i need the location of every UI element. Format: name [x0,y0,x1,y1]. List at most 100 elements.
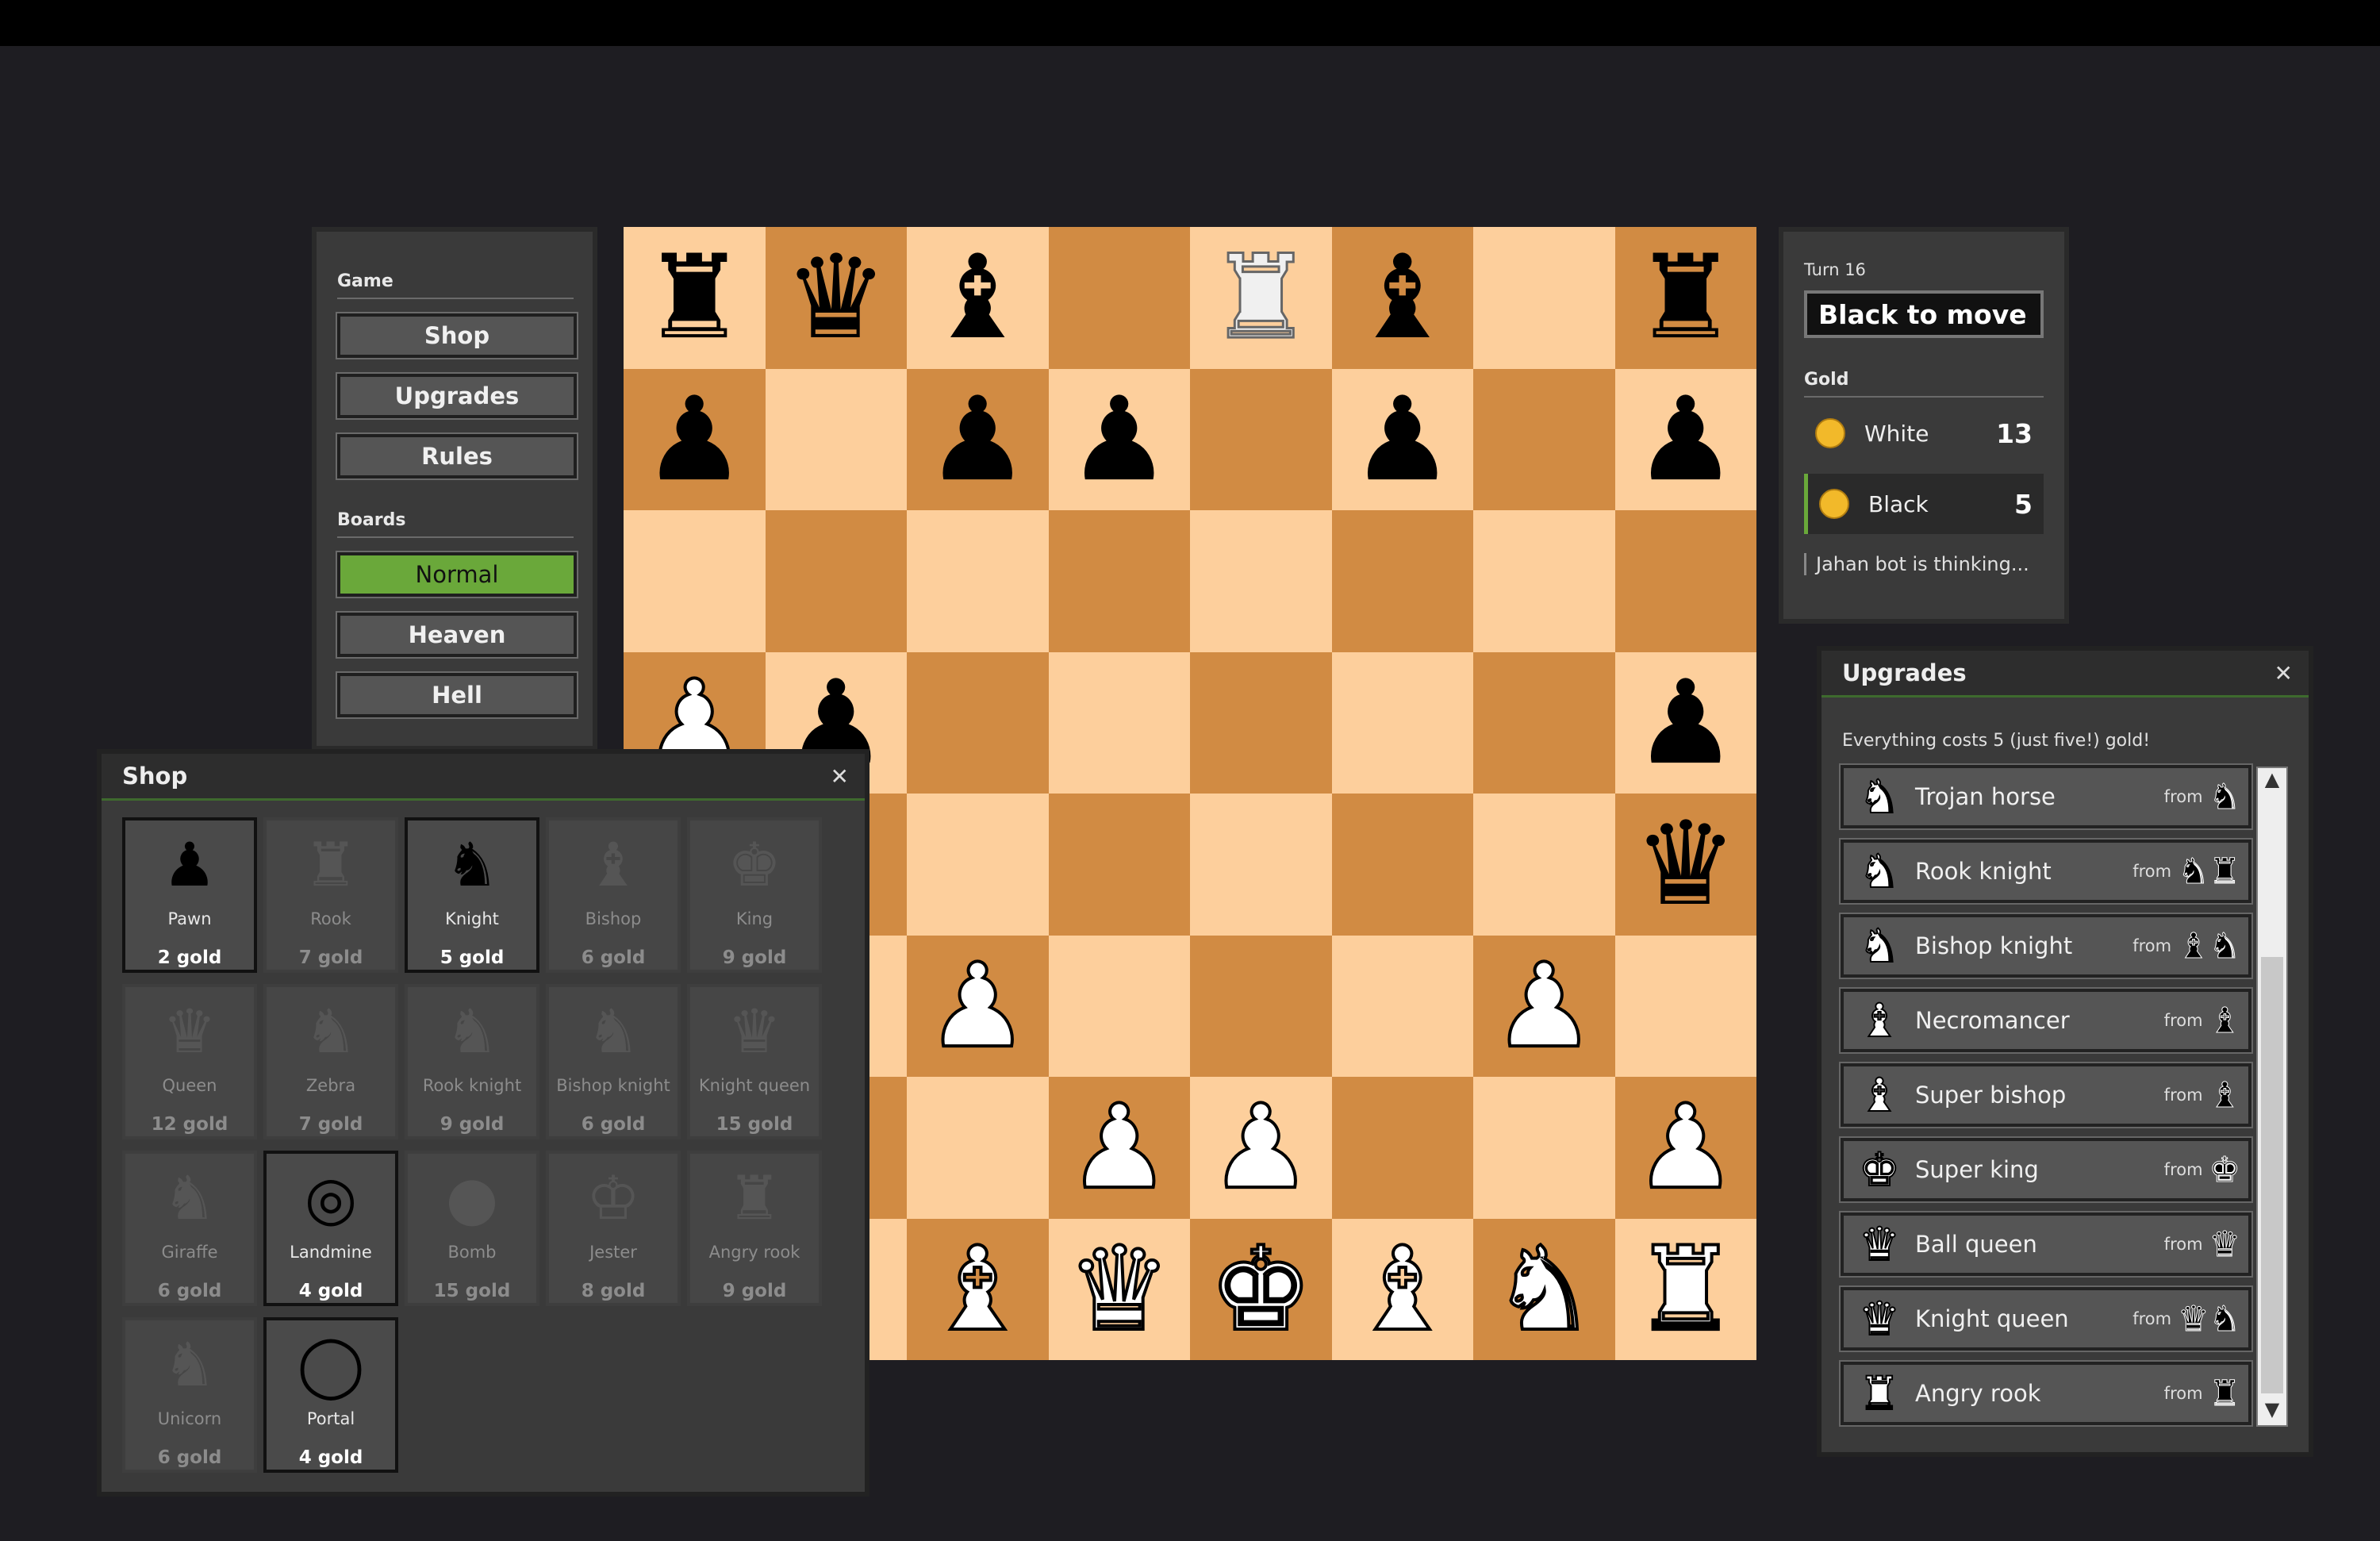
chess-piece[interactable]: ♟ [1350,382,1454,498]
chess-piece[interactable]: ♝ [1349,1230,1456,1349]
board-square[interactable]: ♝ [907,1218,1049,1360]
shop-button[interactable]: Shop [336,312,578,359]
shop-item[interactable]: ♞ Knight 5 gold [405,817,539,973]
board-square[interactable] [1190,651,1332,794]
board-square[interactable]: ♜ [624,227,766,369]
board-square[interactable] [1048,510,1190,652]
chess-piece[interactable]: ♛ [1065,1230,1173,1349]
board-square[interactable] [1331,510,1473,652]
chess-piece[interactable]: ♟ [1632,1088,1739,1207]
board-square[interactable] [907,651,1049,794]
shop-item[interactable]: ♞ Giraffe 6 gold [122,1151,257,1306]
board-square[interactable] [1473,651,1615,794]
chess-piece[interactable]: ♟ [1067,382,1171,498]
upgrade-item[interactable]: ♝ Super bishop from ♝ [1839,1062,2253,1128]
shop-item[interactable]: ♛ Queen 12 gold [122,984,257,1139]
board-square[interactable]: ♛ [1614,794,1756,936]
chess-piece[interactable]: ♟ [1633,382,1737,498]
chess-piece[interactable]: ♝ [926,240,1030,355]
board-square[interactable]: ♜ [1190,227,1332,369]
board-square[interactable] [1190,794,1332,936]
chess-piece[interactable]: ♟ [1491,947,1598,1066]
board-square[interactable]: ♚ [1190,1218,1332,1360]
board-square[interactable] [1473,510,1615,652]
shop-item[interactable]: ● Bomb 15 gold [405,1151,539,1306]
shop-item[interactable]: ♔ Jester 8 gold [546,1151,681,1306]
board-square[interactable] [1614,935,1756,1077]
shop-item[interactable]: ♚ King 9 gold [687,817,822,973]
board-square[interactable]: ♝ [1331,1218,1473,1360]
board-square[interactable] [1331,794,1473,936]
chess-piece[interactable]: ♝ [1350,240,1454,355]
chess-piece[interactable]: ♛ [784,240,888,355]
board-square[interactable] [765,368,907,510]
chess-piece[interactable]: ♛ [1633,806,1737,922]
board-square[interactable] [1614,510,1756,652]
rules-button[interactable]: Rules [336,432,578,480]
chess-piece[interactable]: ♜ [1633,240,1737,355]
board-square[interactable]: ♟ [1473,935,1615,1077]
chess-piece[interactable]: ♟ [643,382,747,498]
board-square[interactable]: ♟ [1190,1077,1332,1219]
board-square[interactable]: ♟ [907,368,1049,510]
close-icon[interactable]: ✕ [2274,660,2293,686]
board-square[interactable] [1331,1077,1473,1219]
chess-piece[interactable]: ♟ [1065,1088,1173,1207]
board-normal-button[interactable]: Normal [336,551,578,598]
board-hell-button[interactable]: Hell [336,671,578,719]
chess-piece[interactable]: ♞ [1491,1230,1598,1349]
upgrade-item[interactable]: ♚ Super king from ♚ [1839,1136,2253,1203]
upgrade-item[interactable]: ♛ Ball queen from ♛ [1839,1211,2253,1278]
scrollbar-thumb[interactable] [2261,957,2283,1393]
board-square[interactable] [907,794,1049,936]
board-square[interactable] [624,510,766,652]
board-square[interactable]: ♟ [624,368,766,510]
board-square[interactable] [1331,651,1473,794]
shop-item[interactable]: ♞ Zebra 7 gold [263,984,398,1139]
board-square[interactable]: ♛ [1048,1218,1190,1360]
board-square[interactable] [907,1077,1049,1219]
board-square[interactable] [1331,935,1473,1077]
shop-item[interactable]: ♞ Rook knight 9 gold [405,984,539,1139]
shop-item[interactable]: ♝ Bishop 6 gold [546,817,681,973]
board-heaven-button[interactable]: Heaven [336,611,578,659]
board-square[interactable] [1473,794,1615,936]
board-square[interactable]: ♟ [1048,368,1190,510]
board-square[interactable]: ♟ [1048,1077,1190,1219]
board-square[interactable] [1473,368,1615,510]
board-square[interactable] [1190,510,1332,652]
board-square[interactable]: ♟ [1614,1077,1756,1219]
chess-piece[interactable]: ♜ [1632,1230,1739,1349]
chess-piece[interactable]: ♝ [924,1230,1031,1349]
board-square[interactable]: ♝ [907,227,1049,369]
shop-item[interactable]: ◯ Portal 4 gold [263,1317,398,1473]
board-square[interactable]: ♝ [1331,227,1473,369]
upgrade-item[interactable]: ♞ Trojan horse from ♞ [1839,763,2253,830]
board-square[interactable] [1048,651,1190,794]
upgrade-item[interactable]: ♛ Knight queen from ♛♞ [1839,1285,2253,1352]
board-square[interactable]: ♜ [1614,227,1756,369]
scrollbar[interactable]: ▲ ▼ [2256,767,2288,1427]
chess-piece[interactable]: ♟ [924,947,1031,1066]
shop-item[interactable]: ♜ Rook 7 gold [263,817,398,973]
scroll-down-icon[interactable]: ▼ [2258,1398,2286,1425]
board-square[interactable]: ♞ [1473,1218,1615,1360]
chess-piece[interactable]: ♟ [1633,665,1737,781]
shop-item[interactable]: ♛ Knight queen 15 gold [687,984,822,1139]
board-square[interactable]: ♟ [1614,368,1756,510]
upgrade-item[interactable]: ♞ Bishop knight from ♝♞ [1839,913,2253,979]
shop-item[interactable]: ◎ Landmine 4 gold [263,1151,398,1306]
chess-piece[interactable]: ♟ [926,382,1030,498]
board-square[interactable] [1048,227,1190,369]
scroll-up-icon[interactable]: ▲ [2258,768,2286,795]
board-square[interactable] [765,510,907,652]
board-square[interactable] [1190,935,1332,1077]
board-square[interactable]: ♛ [765,227,907,369]
chess-piece[interactable]: ♜ [643,240,747,355]
board-square[interactable]: ♟ [1331,368,1473,510]
board-square[interactable] [1048,935,1190,1077]
chess-piece[interactable]: ♚ [1207,1230,1315,1349]
chess-piece[interactable]: ♟ [1207,1088,1315,1207]
upgrade-item[interactable]: ♝ Necromancer from ♝ [1839,987,2253,1054]
shop-item[interactable]: ♞ Bishop knight 6 gold [546,984,681,1139]
